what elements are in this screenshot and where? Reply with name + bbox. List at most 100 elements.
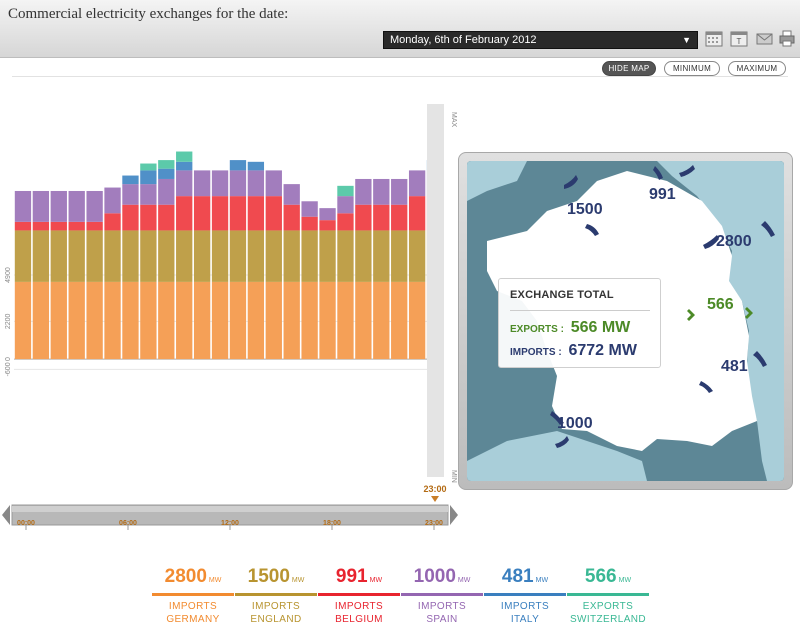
legend-item-belgium[interactable]: 991 MW IMPORTS BELGIUM	[318, 566, 400, 626]
legend-label: IMPORTS SPAIN	[417, 601, 467, 625]
bar-segment-england	[176, 230, 193, 282]
bar-segment-belgium	[104, 213, 121, 231]
imports-row: IMPORTS : 6772 MW	[510, 342, 637, 360]
bar-segment-belgium	[86, 221, 103, 231]
bar-segment-italy	[247, 161, 265, 171]
bar-segment-england	[391, 230, 408, 282]
bar-segment-germany	[211, 281, 229, 360]
bar-segment-germany	[265, 281, 282, 360]
bar-segment-england	[247, 230, 265, 282]
bar-segment-england	[140, 230, 157, 282]
x-tick-label: 12:00	[221, 520, 239, 527]
bar-segment-belgium	[355, 204, 372, 231]
bar-segment-spain	[193, 170, 211, 197]
bar-segment-spain	[104, 187, 121, 214]
bar-segment-belgium	[319, 220, 336, 231]
legend-color-bar	[318, 593, 400, 596]
slider-right-arrow-icon	[450, 505, 458, 525]
timeline-slider[interactable]: 23:00	[2, 484, 458, 526]
flow-value-italy[interactable]: 481	[721, 358, 748, 376]
bar-segment-spain	[408, 170, 426, 197]
y-tick-label: 4900	[5, 267, 12, 283]
slider-left-arrow-icon	[2, 505, 10, 525]
calendar-today-icon[interactable]: T	[729, 28, 749, 48]
flow-value-spain[interactable]: 1000	[557, 415, 593, 433]
bar-segment-italy	[122, 175, 139, 185]
email-icon[interactable]	[754, 28, 774, 48]
calendar-icon[interactable]	[704, 28, 724, 48]
bar-segment-switzerland	[176, 151, 193, 162]
flow-value-belgium[interactable]: 991	[649, 186, 676, 204]
bar-segment-england	[193, 230, 211, 282]
bar-segment-switzerland	[158, 160, 175, 169]
legend-color-bar	[484, 593, 566, 596]
bar-segment-belgium	[68, 221, 85, 231]
date-select-value: Monday, 6th of February 2012	[390, 34, 537, 46]
bar-segment-spain	[247, 170, 265, 197]
bar-segment-belgium	[140, 204, 157, 231]
legend-item-england[interactable]: 1500 MW IMPORTS ENGLAND	[235, 566, 317, 626]
imports-label: IMPORTS :	[510, 347, 562, 358]
bar-segment-germany	[140, 281, 157, 360]
y-tick-label: -600	[5, 362, 12, 376]
bar-segment-england	[355, 230, 372, 282]
bar-segment-belgium	[408, 196, 426, 231]
bar-segment-spain	[229, 170, 247, 197]
bar-segment-germany	[391, 281, 408, 360]
bar-segment-spain	[337, 196, 354, 214]
bar-segment-germany	[122, 281, 139, 360]
bar-segment-england	[158, 230, 175, 282]
hide-map-button[interactable]: HIDE MAP	[602, 61, 656, 76]
bar-segment-spain	[301, 201, 318, 217]
date-select[interactable]: Monday, 6th of February 2012 ▼	[383, 31, 698, 49]
bar-segment-germany	[104, 281, 121, 360]
flow-value-england[interactable]: 1500	[567, 201, 603, 219]
legend-color-bar	[152, 593, 234, 596]
flow-value-germany[interactable]: 2800	[716, 233, 752, 251]
bar-segment-england	[122, 230, 139, 282]
bar-segment-belgium	[283, 204, 300, 231]
bar-segment-belgium	[373, 204, 390, 231]
flow-value-switzerland[interactable]: 566	[707, 296, 734, 314]
legend-item-switzerland[interactable]: 566 MW EXPORTS SWITZERLAND	[567, 566, 649, 626]
legend-value: 1000 MW	[413, 566, 471, 587]
bar-segment-belgium	[122, 204, 139, 231]
legend-color-bar	[235, 593, 317, 596]
bar-segment-spain	[68, 190, 85, 222]
legend-color-bar	[567, 593, 649, 596]
legend-item-italy[interactable]: 481 MW IMPORTS ITALY	[484, 566, 566, 626]
minimum-button[interactable]: MINIMUM	[664, 61, 720, 76]
bar-segment-germany	[337, 281, 354, 360]
legend-item-spain[interactable]: 1000 MW IMPORTS SPAIN	[401, 566, 483, 626]
bar-segment-spain	[122, 184, 139, 205]
bar-segment-england	[104, 230, 121, 282]
legend-label: EXPORTS SWITZERLAND	[569, 601, 647, 625]
bar-segment-germany	[373, 281, 390, 360]
legend-item-germany[interactable]: 2800 MW IMPORTS GERMANY	[152, 566, 234, 626]
bar-segment-spain	[14, 190, 32, 222]
bar-segment-belgium	[158, 204, 175, 231]
bar-segment-spain	[86, 190, 103, 222]
bar-segment-germany	[283, 281, 300, 360]
bar-segment-belgium	[211, 196, 229, 231]
imports-value: 6772 MW	[568, 342, 637, 359]
legend-value: 1500 MW	[247, 566, 305, 587]
current-hour-highlight	[427, 104, 444, 477]
bar-segment-spain	[319, 208, 336, 221]
bar-segment-belgium	[301, 216, 318, 231]
maximum-button[interactable]: MAXIMUM	[728, 61, 786, 76]
bar-segment-england	[86, 230, 103, 282]
bar-segment-italy	[176, 161, 193, 171]
print-icon[interactable]	[777, 28, 797, 48]
bar-segment-italy	[229, 160, 247, 171]
bar-segment-germany	[247, 281, 265, 360]
exports-row: EXPORTS : 566 MW	[510, 319, 630, 337]
app-root: Commercial electricity exchanges for the…	[0, 0, 800, 628]
legend-value: 991 MW	[335, 566, 383, 587]
legend-value: 566 MW	[584, 566, 632, 587]
bar-segment-spain	[265, 170, 282, 197]
bar-segment-england	[319, 230, 336, 282]
bar-segment-spain	[211, 170, 229, 197]
bar-segment-england	[373, 230, 390, 282]
page-title: Commercial electricity exchanges for the…	[8, 6, 289, 22]
